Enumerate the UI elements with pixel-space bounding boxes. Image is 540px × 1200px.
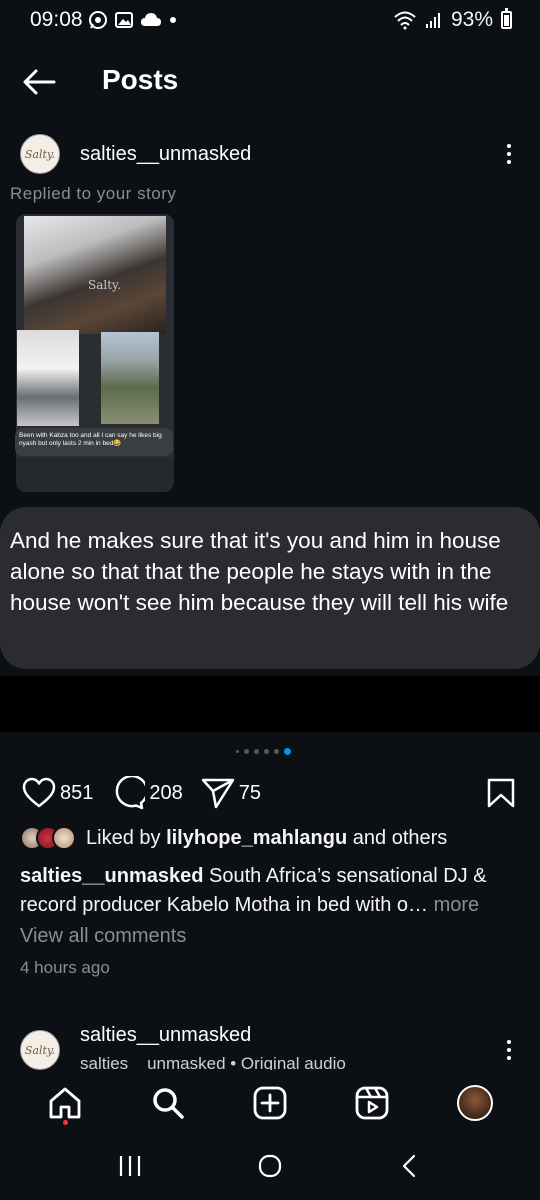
save-button[interactable] <box>486 778 516 808</box>
profile-avatar <box>456 1085 493 1121</box>
nav-reels-button[interactable] <box>346 1077 398 1129</box>
send-icon <box>201 778 234 809</box>
liked-by-avatars <box>20 826 76 850</box>
status-left-icons <box>88 10 178 30</box>
carousel-dot <box>244 749 249 754</box>
battery-percent: 93% <box>450 8 493 31</box>
nav-home-button[interactable] <box>39 1077 91 1129</box>
system-navigation <box>0 1136 540 1200</box>
like-count: 851 <box>60 781 94 804</box>
home-system-button[interactable] <box>257 1153 283 1184</box>
dot-icon <box>170 17 176 23</box>
add-post-icon <box>253 1086 287 1120</box>
comment-button[interactable]: 208 <box>111 776 183 810</box>
reply-message-bubble: And he makes sure that it's you and him … <box>0 507 540 669</box>
story-caption: Been with Kabza too and all I can say he… <box>15 428 173 456</box>
post-actions: 851 208 75 <box>22 776 279 810</box>
next-post-more-options-button[interactable] <box>497 1030 521 1070</box>
carousel-dot <box>236 750 239 753</box>
share-button[interactable]: 75 <box>201 777 261 809</box>
post-author-avatar[interactable]: Salty. <box>20 134 60 174</box>
nav-search-button[interactable] <box>142 1077 194 1129</box>
post-timestamp: 4 hours ago <box>20 958 110 977</box>
battery-icon <box>501 8 512 29</box>
nav-create-button[interactable] <box>244 1077 296 1129</box>
story-watermark: Salty. <box>88 278 122 292</box>
status-bar: 09:08 93% <box>0 0 540 40</box>
next-post-username[interactable]: salties__unmasked <box>80 1024 251 1047</box>
chevron-left-icon <box>402 1154 416 1177</box>
carousel-dot <box>264 749 269 754</box>
liked-by-row[interactable]: Liked by lilyhope_mahlangu and others <box>20 826 447 850</box>
post-caption: salties__unmasked South Africa’s sensati… <box>20 862 520 920</box>
liked-by-user[interactable]: lilyhope_mahlangu <box>166 827 347 849</box>
carousel-indicator <box>236 748 291 755</box>
post-media-lower-band <box>0 676 540 732</box>
notification-dot <box>63 1120 69 1125</box>
wifi-icon <box>394 11 416 30</box>
signal-icon <box>425 13 440 28</box>
nav-profile-button[interactable] <box>449 1077 501 1129</box>
caption-username[interactable]: salties__unmasked <box>20 865 203 887</box>
bookmark-icon <box>487 778 515 808</box>
gallery-icon <box>115 12 133 28</box>
carousel-dot <box>274 749 279 754</box>
cloud-icon <box>141 13 161 26</box>
carousel-dot <box>254 749 259 754</box>
post-more-options-button[interactable] <box>497 134 521 174</box>
recent-apps-button[interactable] <box>117 1154 143 1183</box>
whatsapp-icon <box>89 11 107 29</box>
home-circle-icon <box>258 1154 282 1177</box>
story-card-footer <box>16 458 174 492</box>
comment-count: 208 <box>149 781 183 804</box>
post-author-username[interactable]: salties__unmasked <box>80 143 251 166</box>
next-post-author-avatar[interactable]: Salty. <box>20 1030 60 1070</box>
home-icon <box>49 1087 81 1119</box>
heart-icon <box>22 777 56 808</box>
liker-avatar <box>52 826 76 850</box>
back-button[interactable] <box>20 62 60 102</box>
arrow-left-icon <box>23 69 56 95</box>
status-time: 09:08 <box>30 8 83 31</box>
story-photo-bottom-right <box>101 332 159 424</box>
page-title: Posts <box>102 64 179 95</box>
comment-icon <box>116 776 146 810</box>
view-all-comments-link[interactable]: View all comments <box>20 925 186 948</box>
like-button[interactable]: 851 <box>22 777 93 809</box>
replied-label: Replied to your story <box>10 184 177 203</box>
recent-apps-icon <box>119 1155 141 1176</box>
story-photo-top <box>24 216 166 334</box>
caption-more-link[interactable]: more <box>428 894 480 916</box>
story-photo-bottom-left <box>17 330 79 426</box>
reels-icon <box>355 1086 389 1120</box>
bottom-navigation <box>0 1070 540 1136</box>
search-icon <box>152 1088 184 1119</box>
back-system-button[interactable] <box>397 1153 423 1184</box>
carousel-dot-active <box>284 748 291 755</box>
status-right: 93% <box>393 8 512 32</box>
share-count: 75 <box>238 781 261 804</box>
liked-by-text: Liked by lilyhope_mahlangu and others <box>86 826 448 849</box>
